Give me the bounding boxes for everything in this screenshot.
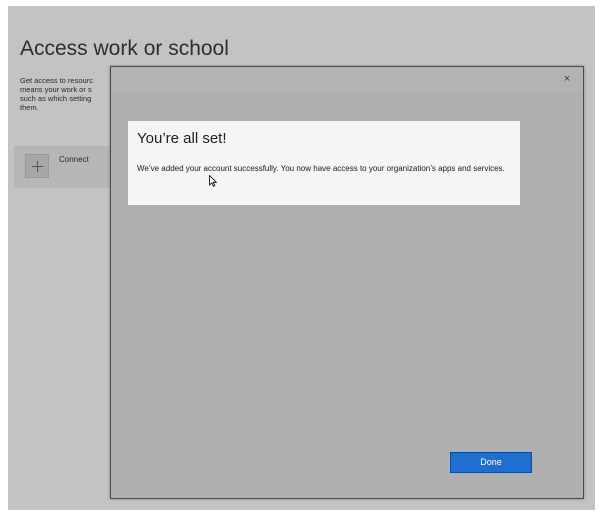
mouse-cursor-icon (209, 175, 217, 187)
description-line: means your work or s (20, 85, 92, 94)
page-title: Access work or school (20, 37, 229, 60)
connect-label: Connect (59, 155, 89, 164)
close-icon[interactable]: × (560, 72, 574, 86)
success-message: We’ve added your account successfully. Y… (137, 164, 505, 173)
success-panel: You’re all set! We’ve added your account… (128, 121, 520, 205)
done-button[interactable]: Done (450, 452, 532, 473)
success-title: You’re all set! (137, 130, 227, 147)
description-line: them. (20, 103, 39, 112)
screen: Access work or school Get access to reso… (8, 6, 595, 510)
description-line: Get access to resourc (20, 76, 93, 85)
dialog-titlebar: × (111, 67, 583, 93)
connect-button[interactable]: Connect (14, 146, 124, 188)
description-line: such as which setting (20, 94, 92, 103)
page-description: Get access to resourc means your work or… (20, 76, 115, 112)
setup-dialog: × You’re all set! We’ve added your accou… (110, 66, 584, 499)
plus-icon (25, 154, 49, 178)
